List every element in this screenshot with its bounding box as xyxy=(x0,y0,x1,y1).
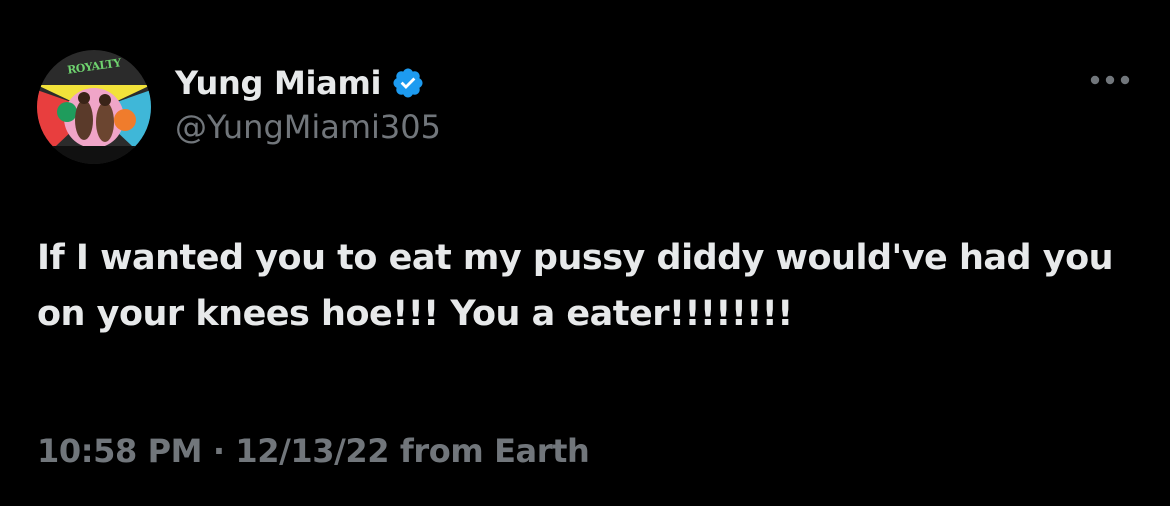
tweet-text: If I wanted you to eat my pussy diddy wo… xyxy=(37,238,1114,334)
tweet-card: ROYALTY Yung Miami @YungMiami305 If I wa… xyxy=(0,0,1170,506)
avatar[interactable]: ROYALTY xyxy=(37,50,151,164)
tweet-date[interactable]: 12/13/22 xyxy=(235,432,389,470)
tweet-source: from Earth xyxy=(399,432,590,470)
author-name-row[interactable]: Yung Miami xyxy=(175,60,425,106)
more-horizontal-icon xyxy=(1090,75,1130,85)
more-options-button[interactable] xyxy=(1080,62,1140,98)
meta-separator: · xyxy=(213,432,236,470)
tweet-meta: 10:58 PM · 12/13/22 from Earth xyxy=(37,432,590,470)
author-display-name[interactable]: Yung Miami xyxy=(175,64,381,102)
separator-dot: · xyxy=(212,432,225,470)
tweet-time[interactable]: 10:58 PM xyxy=(37,432,203,470)
verified-badge-icon xyxy=(391,66,425,100)
author-handle[interactable]: @YungMiami305 xyxy=(175,108,441,146)
